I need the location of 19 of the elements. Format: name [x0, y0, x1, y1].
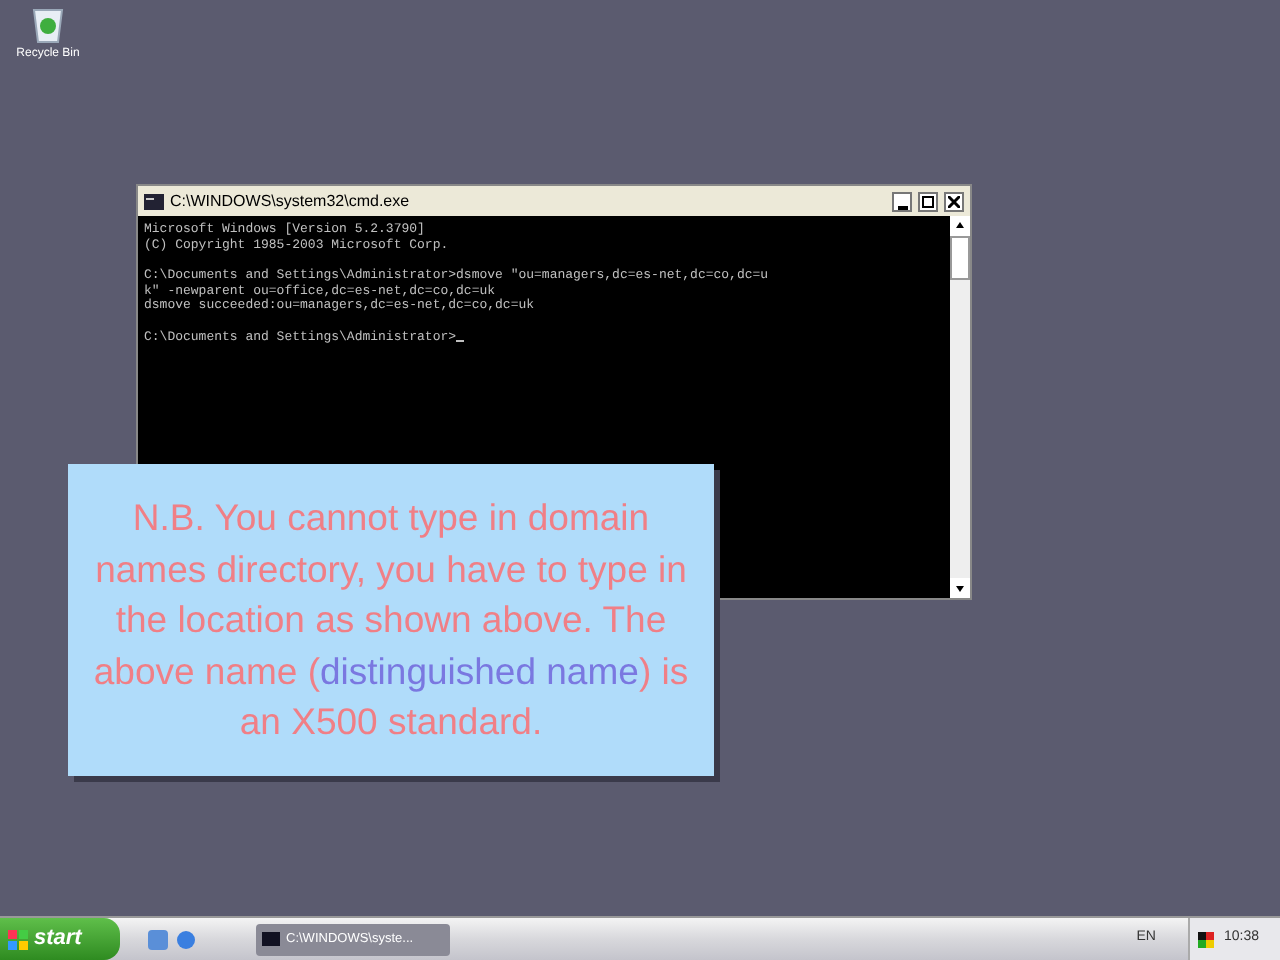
window-title: C:\WINDOWS\system32\cmd.exe	[170, 189, 412, 213]
scroll-down-icon[interactable]	[950, 578, 970, 598]
minimize-icon	[897, 205, 907, 209]
minimize-button[interactable]	[892, 191, 912, 211]
scroll-thumb[interactable]	[950, 236, 970, 280]
start-button[interactable]: start	[0, 918, 120, 960]
note-text: N.B. You cannot type in domain names directory, you have to type in the location as shown above. The above name (distinguished name) is an X500 standard.	[91, 494, 691, 747]
close-icon	[948, 195, 960, 207]
console-icon	[144, 193, 164, 209]
scroll-up-icon[interactable]	[950, 216, 970, 236]
close-button[interactable]	[944, 191, 964, 211]
recycle-bin-icon[interactable]	[30, 4, 66, 44]
maximize-button[interactable]	[918, 191, 938, 211]
windows-logo-icon	[8, 929, 28, 949]
tray-app-icon[interactable]	[1198, 931, 1214, 947]
maximize-icon	[922, 195, 934, 207]
console-icon	[262, 932, 280, 946]
text-cursor	[456, 340, 465, 342]
scrollbar[interactable]	[950, 216, 970, 598]
